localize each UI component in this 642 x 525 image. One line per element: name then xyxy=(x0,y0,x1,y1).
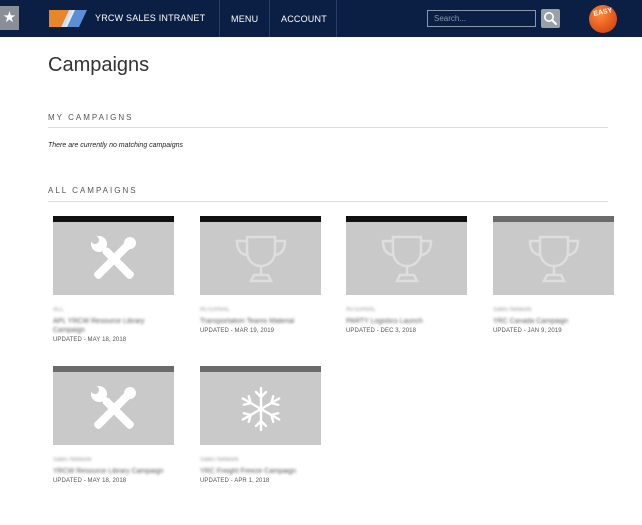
campaign-card[interactable]: Sales Network YRC Canada Campaign UPDATE… xyxy=(493,216,614,334)
trophy-icon xyxy=(528,235,579,282)
card-thumbnail[interactable] xyxy=(346,222,467,295)
tools-icon xyxy=(90,235,136,279)
card-thumbnail[interactable] xyxy=(493,222,614,295)
campaign-card[interactable]: Sales Network YRCW Resource Library Camp… xyxy=(53,366,174,484)
easy-button[interactable]: EASY xyxy=(589,5,617,33)
card-updated-date: UPDATED - MAY 18, 2018 xyxy=(53,478,127,484)
card-category: Sales Network xyxy=(200,457,239,463)
campaign-card[interactable]: INTERNAL PARTY Logistics Launch UPDATED … xyxy=(346,216,467,334)
card-title[interactable]: YRCW Resource Library Campaign xyxy=(53,467,174,476)
nav-divider xyxy=(269,0,270,37)
card-updated-date: UPDATED - DEC 3, 2018 xyxy=(346,328,417,334)
card-title[interactable]: YRC Canada Campaign xyxy=(493,317,614,326)
search-icon xyxy=(544,12,557,25)
search-input[interactable]: Search... xyxy=(427,10,536,27)
nav-account[interactable]: ACCOUNT xyxy=(281,14,327,24)
card-updated-date: UPDATED - JAN 9, 2019 xyxy=(493,328,562,334)
card-thumbnail[interactable] xyxy=(53,372,174,445)
my-campaigns-heading: MY CAMPAIGNS xyxy=(48,113,134,122)
section-divider xyxy=(48,201,608,202)
campaign-card[interactable]: INTERNAL Transportation Teams Material U… xyxy=(200,216,321,334)
campaign-card[interactable]: Sales Network YRC Freight Freeze Campaig… xyxy=(200,366,321,484)
card-title[interactable]: YRC Freight Freeze Campaign xyxy=(200,467,321,476)
snowflake-icon xyxy=(241,386,280,431)
top-navigation-bar: ★ YRCW SALES INTRANET MENU ACCOUNT Searc… xyxy=(0,0,642,37)
card-thumbnail[interactable] xyxy=(200,222,321,295)
all-campaigns-heading: ALL CAMPAIGNS xyxy=(48,186,138,195)
trophy-icon xyxy=(235,235,286,282)
card-title[interactable]: Transportation Teams Material xyxy=(200,317,321,326)
card-category: Sales Network xyxy=(53,457,92,463)
card-updated-date: UPDATED - MAY 18, 2018 xyxy=(53,337,127,343)
search-button[interactable] xyxy=(541,9,560,28)
card-thumbnail[interactable] xyxy=(200,372,321,445)
nav-divider xyxy=(219,0,220,37)
card-updated-date: UPDATED - MAR 19, 2019 xyxy=(200,328,275,334)
page-title: Campaigns xyxy=(48,54,150,76)
card-updated-date: UPDATED - APR 1, 2018 xyxy=(200,478,270,484)
card-category: INTERNAL xyxy=(200,307,230,313)
trophy-icon xyxy=(381,235,432,282)
campaign-card[interactable]: ALL APL YRCW Resource Library Campaign U… xyxy=(53,216,174,343)
card-title[interactable]: PARTY Logistics Launch xyxy=(346,317,467,326)
tools-icon xyxy=(90,385,136,429)
nav-menu[interactable]: MENU xyxy=(231,14,258,24)
card-category: ALL xyxy=(53,307,64,313)
section-divider xyxy=(48,127,608,128)
card-title[interactable]: APL YRCW Resource Library Campaign xyxy=(53,317,174,335)
my-campaigns-empty-message: There are currently no matching campaign… xyxy=(48,142,184,149)
favorites-star-icon[interactable]: ★ xyxy=(0,6,19,30)
card-category: Sales Network xyxy=(493,307,532,313)
card-category: INTERNAL xyxy=(346,307,376,313)
card-thumbnail[interactable] xyxy=(53,222,174,295)
brand-title[interactable]: YRCW SALES INTRANET xyxy=(95,13,205,23)
nav-divider xyxy=(336,0,337,37)
company-logo[interactable] xyxy=(49,10,87,27)
